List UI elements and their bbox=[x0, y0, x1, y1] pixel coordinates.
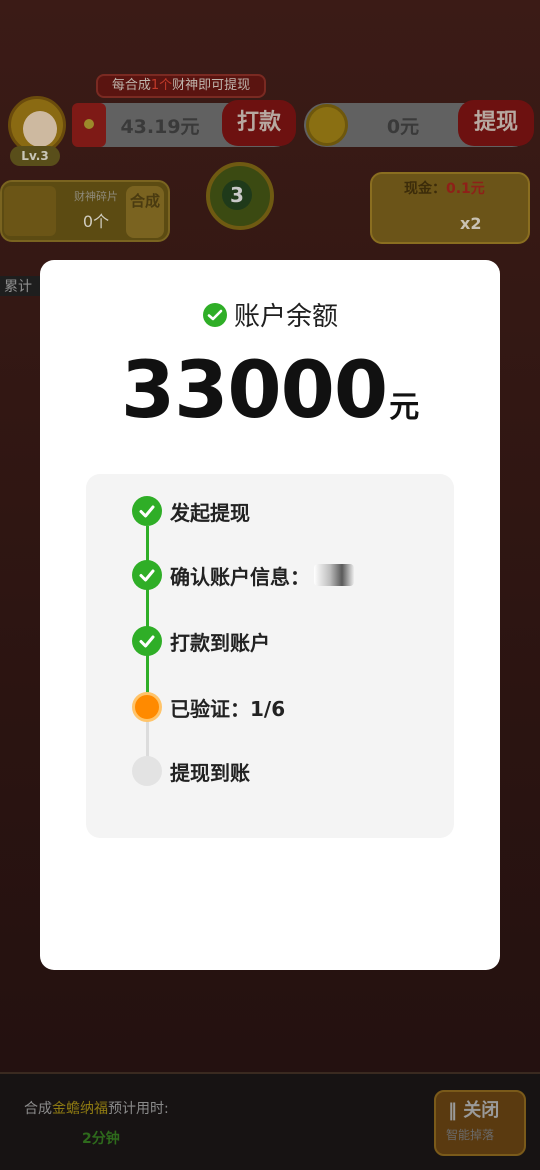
withdraw-button[interactable]: 提现 bbox=[458, 100, 534, 146]
cash-reward-label: 现金：0.1元 bbox=[404, 181, 485, 197]
wechat-pay-icon bbox=[202, 302, 227, 327]
pay-button[interactable]: 打款 bbox=[222, 100, 296, 146]
coin-balance-value: 0元 bbox=[386, 116, 420, 138]
close-label: ‖ 关闭 bbox=[448, 1100, 500, 1121]
step-label: 发起提现 bbox=[170, 500, 250, 525]
in-progress-icon bbox=[132, 692, 162, 722]
player-level-badge: Lv.3 bbox=[10, 146, 60, 166]
merge-eta-text: 合成金蟾纳福预计用时: bbox=[24, 1101, 169, 1117]
step-transfer: 打款到账户 bbox=[132, 626, 270, 656]
coin-icon bbox=[306, 104, 348, 146]
balance-unit: 元 bbox=[389, 390, 420, 425]
step-label: 确认账户信息： bbox=[170, 564, 310, 589]
merge-fragment-button[interactable]: 合成 bbox=[126, 186, 164, 238]
cash-reward-multiplier: x2 bbox=[460, 214, 482, 233]
withdraw-progress-card: 发起提现 确认账户信息： 打款到账户 已验证：1/6 提现到账 bbox=[86, 474, 454, 838]
modal-title: 账户余额 bbox=[233, 302, 338, 332]
accumulate-label: 累计 bbox=[0, 276, 40, 296]
step-label: 提现到账 bbox=[170, 760, 250, 785]
step-label: 打款到账户 bbox=[170, 630, 270, 655]
pending-icon bbox=[132, 756, 162, 786]
avatar-face bbox=[23, 111, 57, 147]
merge-eta-time: 2分钟 bbox=[82, 1131, 120, 1147]
redacted-account-info bbox=[314, 564, 354, 586]
fragment-count: 0个 bbox=[82, 212, 110, 231]
account-balance-modal: 账户余额 33000元 发起提现 确认账户信息： 打款到账户 已验证：1/6 提… bbox=[40, 260, 500, 970]
check-icon bbox=[132, 496, 162, 526]
smart-drop-label: 智能掉落 bbox=[446, 1128, 495, 1142]
check-icon bbox=[132, 626, 162, 656]
balance-display: 33000元 bbox=[40, 346, 500, 436]
step-confirm-account: 确认账户信息： bbox=[132, 560, 354, 590]
modal-header: 账户余额 bbox=[40, 296, 500, 333]
wealth-god-level: 3 bbox=[222, 180, 252, 210]
check-icon bbox=[132, 560, 162, 590]
red-packet-icon bbox=[72, 103, 106, 147]
gold-ingot-icon bbox=[4, 186, 56, 236]
step-label: 已验证：1/6 bbox=[170, 696, 286, 721]
merge-tip-banner: 每合成1个财神即可提现 bbox=[96, 74, 266, 98]
step-initiate: 发起提现 bbox=[132, 496, 250, 526]
fragment-title: 财神碎片 bbox=[74, 190, 118, 203]
balance-value: 33000 bbox=[120, 346, 388, 436]
cash-balance-value: 43.19元 bbox=[120, 116, 200, 138]
step-arrived: 提现到账 bbox=[132, 756, 250, 786]
step-verified: 已验证：1/6 bbox=[132, 692, 285, 722]
